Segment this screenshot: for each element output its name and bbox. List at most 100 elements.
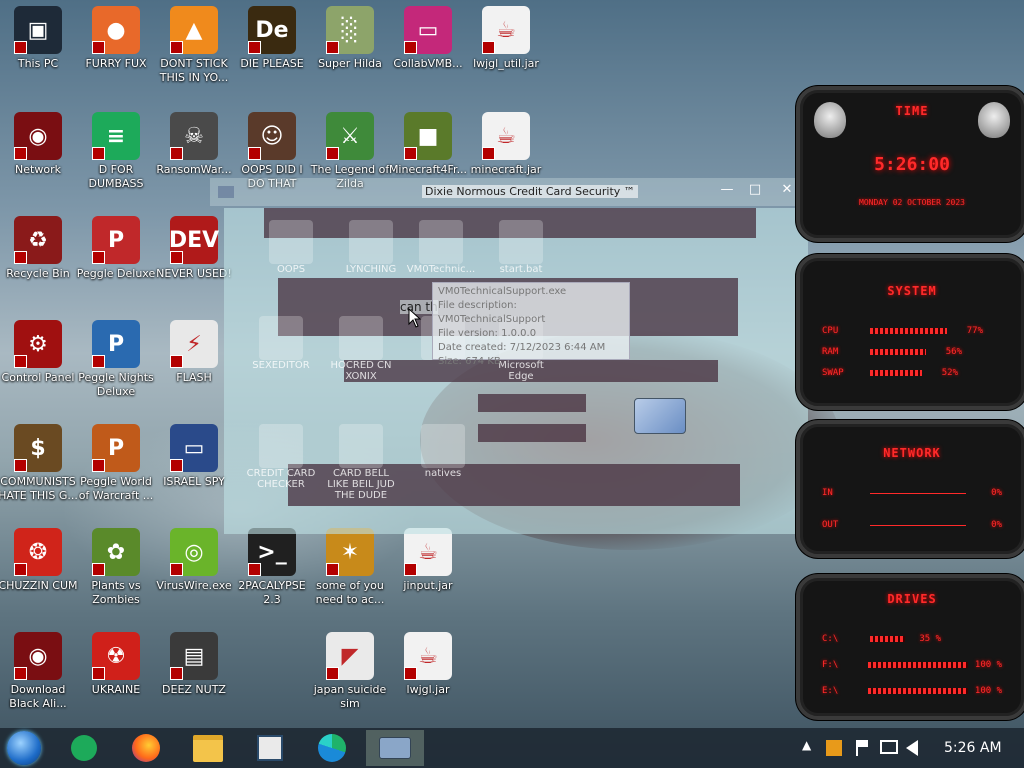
shortcut-badge-icon [170,459,183,472]
desktop-icon[interactable]: P Peggle Deluxe [77,210,155,310]
desktop-icon[interactable]: ♻ Recycle Bin [0,210,76,310]
ghost-label: SEXEDITOR [252,360,310,371]
desktop-icon[interactable]: ≡ D FOR DUMBASS [78,106,154,206]
desktop-icon-glyph: >_ [248,528,296,576]
window-ghost-icon: SEXEDITOR [246,316,316,371]
desktop-icon[interactable]: ▤ DEEZ NUTZ [156,626,232,726]
desktop-icon[interactable]: De DIE PLEASE [234,0,310,100]
drives-gadget: DRIVES C:\ 35 % F:\ 100 % E:\ 100 % [796,574,1024,720]
taskbar-explorer-button[interactable] [186,730,230,766]
taskbar-edge-button[interactable] [310,730,354,766]
shortcut-badge-icon [326,563,339,576]
tray-overflow-chevron[interactable]: ▲ [802,738,811,752]
taskbar-d-app-button[interactable] [62,730,106,766]
desktop-icon[interactable]: ▣ This PC [0,0,76,100]
desktop-icon-label: DEEZ NUTZ [162,683,226,696]
d-app-icon [71,735,97,761]
edge-icon [318,734,346,762]
taskbar-firefox-button[interactable] [124,730,168,766]
desktop-icon[interactable]: ❂ CHUZZIN CUM [0,522,78,622]
network-icon[interactable] [880,740,898,754]
desktop-icon[interactable]: ▲ DONT STICK THIS IN YO... [156,0,232,100]
desktop-icon[interactable]: ☢ UKRAINE [78,626,154,726]
desktop-icon-glyph: ◎ [170,528,218,576]
shortcut-badge-icon [404,147,417,160]
desktop-icon-label: Network [15,163,61,176]
shortcut-badge-icon [170,563,183,576]
desktop-icon-glyph: ● [92,6,140,54]
minimize-button[interactable]: — [716,182,738,200]
ghost-glyph [339,316,383,360]
desktop-icon[interactable]: ◤ japan suicide sim [312,626,388,726]
gadget-row-label: C:\ [822,634,839,644]
desktop-icon-glyph: ☕ [404,528,452,576]
gadget-row-meter [870,328,947,334]
tray-flag-icon[interactable] [856,740,870,756]
shortcut-badge-icon [14,563,27,576]
gadget-row-meter [867,688,968,694]
desktop-icon-glyph: P [92,320,140,368]
desktop-icon[interactable]: ☕ jinput.jar [390,522,466,622]
shortcut-badge-icon [404,41,417,54]
window-ghost-icon: natives [408,424,478,479]
desktop-icon-label: RansomWar... [156,163,232,176]
desktop-icon[interactable]: ⚙ Control Panel [0,314,76,414]
firefox-icon [132,734,160,762]
desktop-icon[interactable]: ▭ CollabVMB... [390,0,466,100]
time-gadget-clock: 5:26:00 [874,154,950,175]
desktop-icon[interactable]: P Peggle World of Warcraft ... [78,418,154,518]
tray-app-icon[interactable] [826,740,842,756]
desktop-icon[interactable]: >_ 2PACALYPSE 2.3 [234,522,310,622]
shortcut-badge-icon [92,563,105,576]
desktop-icon[interactable]: ● FURRY FUX [78,0,154,100]
desktop-icon[interactable]: $ COMMUNISTS HATE THIS G... [0,418,78,518]
volume-icon[interactable] [906,740,918,756]
ghost-label: CARD BELL LIKE BEIL JUD THE DUDE [327,468,395,501]
close-button[interactable]: ✕ [776,182,798,200]
taskbar-notepad-button[interactable] [248,730,292,766]
ghost-label: natives [424,468,462,479]
desktop-icon[interactable]: ✿ Plants vs Zombies [78,522,154,622]
desktop-icon[interactable]: P Peggle Nights Deluxe [78,314,154,414]
shortcut-badge-icon [14,459,27,472]
gadget-row-value: 52% [941,368,958,378]
desktop-icon[interactable]: ◎ VirusWire.exe [156,522,232,622]
taskbar-clock[interactable]: 5:26 AM [944,740,1002,756]
desktop-icon[interactable]: ✶ some of you need to ac... [312,522,388,622]
desktop-icon-label: some of you need to ac... [315,579,385,606]
credit-card-icon [634,398,686,434]
desktop-icon[interactable]: ◉ Network [0,106,76,206]
desktop-icon[interactable]: ◉ Download Black Ali... [0,626,76,726]
desktop-icon[interactable]: ☕ lwjgl.jar [390,626,466,726]
shortcut-badge-icon [326,41,339,54]
desktop-icon[interactable]: ☕ lwjgl_util.jar [468,0,544,100]
shortcut-badge-icon [248,41,261,54]
desktop-icon-label: Super Hilda [318,57,382,70]
gadget-row: RAM 56% [822,345,1002,359]
ghost-glyph [339,424,383,468]
shortcut-badge-icon [170,355,183,368]
shortcut-badge-icon [14,251,27,264]
desktop-icon[interactable]: ░ Super Hilda [312,0,388,100]
ghost-glyph [419,220,463,264]
mouse-cursor [408,308,422,328]
gadget-row: F:\ 100 % [822,658,1002,672]
window-ghost-icon: CARD BELL LIKE BEIL JUD THE DUDE [326,424,396,501]
start-button[interactable] [2,730,46,766]
desktop-icon-glyph: ⚙ [14,320,62,368]
window-app-icon [218,186,234,198]
maximize-button[interactable]: □ [744,182,766,200]
window-titlebar[interactable]: Dixie Normous Credit Card Security ™ — □… [210,178,806,206]
ghost-glyph [349,220,393,264]
desktop-icon-label: Download Black Ali... [9,683,67,710]
desktop-icon-label: CollabVMB... [393,57,463,70]
taskbar-credit-card-app-button[interactable] [366,730,424,766]
desktop-icon-glyph: ☕ [482,6,530,54]
shortcut-badge-icon [14,667,27,680]
gadget-row-meter [867,662,968,668]
desktop-icon-label: This PC [17,57,59,70]
gadget-row: OUT 0% [822,518,1002,532]
desktop-icon-glyph: ▲ [170,6,218,54]
desktop-icon-label: minecraft.jar [470,163,542,176]
gadget-row-label: F:\ [822,660,839,670]
